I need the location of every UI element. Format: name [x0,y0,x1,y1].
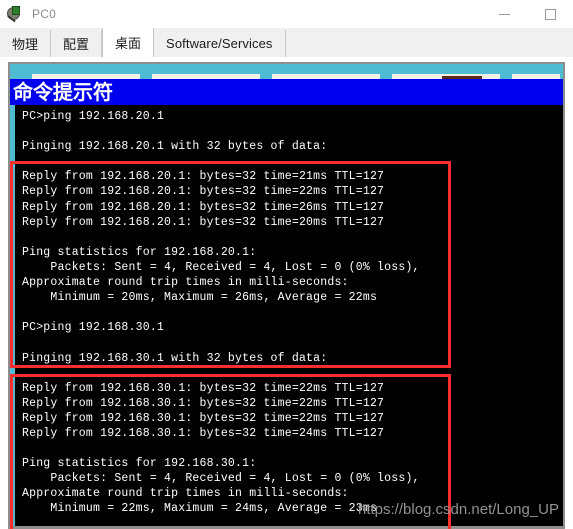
main-tabstrip: 物理 配置 桌面 Software/Services [0,28,573,57]
terminal-line: Minimum = 20ms, Maximum = 26ms, Average … [22,291,378,305]
terminal-scrollbar[interactable] [10,105,15,526]
inner-window-toolbar [10,64,563,79]
tab-desktop[interactable]: 桌面 [102,28,155,57]
terminal-line: Reply from 192.168.20.1: bytes=32 time=2… [22,170,385,184]
maximize-icon [544,8,556,20]
terminal-line: PC>ping 192.168.20.1 [22,110,165,123]
tab-config[interactable]: 配置 [51,30,103,57]
terminal-line: PC>ping 192.168.30.1 [22,321,165,335]
terminal-line: Approximate round trip times in milli-se… [22,276,349,290]
minimize-icon [498,13,510,15]
terminal-line: Packets: Sent = 4, Received = 4, Lost = … [22,260,420,274]
tab-software-services[interactable]: Software/Services [154,30,286,57]
desktop-panel: 命令提示符 PC>ping 192.168.20.1 Pinging 192.1… [0,57,573,529]
command-prompt-title: 命令提示符 [13,80,113,104]
terminal-line: Packets: Sent = 4, Received = 4, Lost = … [22,472,420,486]
window-controls [481,0,573,28]
maximize-button[interactable] [527,0,573,28]
tab-physical[interactable]: 物理 [0,30,52,57]
window-titlebar: PC0 [0,0,573,29]
terminal-line: Reply from 192.168.30.1: bytes=32 time=2… [22,381,385,395]
terminal-line: Reply from 192.168.30.1: bytes=32 time=2… [22,396,385,410]
watermark-text: https://blog.csdn.net/Long_UP [358,501,559,518]
packet-tracer-pc-window: PC0 物理 配置 桌面 Software/Services 命令提示符 PC>… [0,0,573,529]
terminal-line: Pinging 192.168.30.1 with 32 bytes of da… [22,351,328,365]
minimize-button[interactable] [481,0,527,28]
tabstrip-filler [285,30,573,57]
terminal-line: Reply from 192.168.20.1: bytes=32 time=2… [22,215,385,229]
command-prompt-caption-bar: 命令提示符 [10,79,563,105]
window-title: PC0 [32,7,56,21]
terminal-line: Reply from 192.168.20.1: bytes=32 time=2… [22,200,385,214]
terminal-line: Pinging 192.168.20.1 with 32 bytes of da… [22,140,328,154]
terminal-text: PC>ping 192.168.20.1 Pinging 192.168.20.… [22,109,563,517]
terminal-output-area[interactable]: PC>ping 192.168.20.1 Pinging 192.168.20.… [10,105,563,526]
terminal-line: Reply from 192.168.30.1: bytes=32 time=2… [22,411,385,425]
terminal-line: Approximate round trip times in milli-se… [22,487,349,501]
terminal-line: Reply from 192.168.30.1: bytes=32 time=2… [22,426,385,440]
terminal-line: Ping statistics for 192.168.30.1: [22,457,257,471]
pc-device-icon [6,5,24,23]
terminal-line: Reply from 192.168.20.1: bytes=32 time=2… [22,185,385,199]
terminal-line: Ping statistics for 192.168.20.1: [22,245,257,259]
